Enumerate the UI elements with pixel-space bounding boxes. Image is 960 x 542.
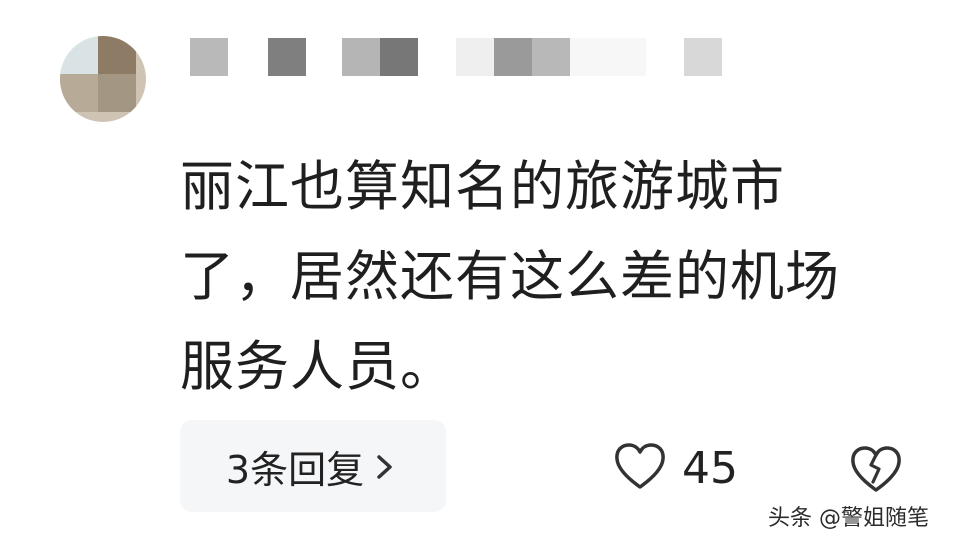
heart-outline-icon xyxy=(612,440,668,496)
blur-block xyxy=(532,38,570,76)
avatar-pixel xyxy=(98,36,136,74)
blur-block xyxy=(342,38,380,76)
avatar-pixel xyxy=(60,74,98,112)
blur-block xyxy=(190,38,228,76)
watermark: 头条 @警姐随笔 xyxy=(768,506,929,531)
blur-block xyxy=(494,38,532,76)
view-replies-button[interactable]: 3条回复 xyxy=(180,420,446,512)
like-button[interactable]: 45 xyxy=(612,438,738,498)
like-count: 45 xyxy=(682,442,738,494)
comment-text: 丽江也算知名的旅游城市 了，居然还有这么差的机场 服务人员。 xyxy=(180,155,840,398)
blur-block xyxy=(570,38,646,76)
avatar-pixel xyxy=(60,36,98,74)
blur-block xyxy=(684,38,722,76)
blur-block xyxy=(456,38,494,76)
chevron-right-icon xyxy=(370,449,400,483)
avatar[interactable] xyxy=(60,36,146,122)
blur-block xyxy=(268,38,306,76)
reply-count-label: 3条回复 xyxy=(225,447,365,492)
blur-block xyxy=(380,38,418,76)
username-blurred[interactable] xyxy=(190,38,730,88)
avatar-pixel xyxy=(98,74,136,112)
dislike-button[interactable] xyxy=(846,438,906,498)
